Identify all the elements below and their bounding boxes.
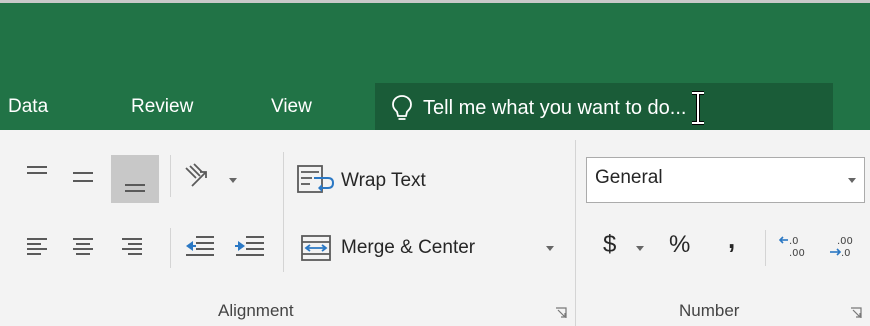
tell-me-search-box[interactable]: Tell me what you want to do... (375, 83, 833, 133)
comma-style-button[interactable]: , (728, 226, 735, 252)
currency-dropdown-icon[interactable] (636, 246, 644, 252)
top-align-icon[interactable] (25, 164, 49, 182)
align-center-icon[interactable] (71, 236, 95, 258)
lightbulb-icon (392, 95, 412, 120)
merge-center-label[interactable]: Merge & Center (341, 235, 475, 261)
ribbon-tab-bar: Data Review View Tell me what you want t… (0, 0, 870, 133)
number-dialog-launcher-icon[interactable] (850, 307, 862, 319)
wrap-text-icon[interactable] (296, 164, 336, 194)
svg-text:.00: .00 (837, 236, 853, 247)
increase-decimal-icon[interactable]: .0 .00 (779, 234, 807, 260)
ribbon-body: Wrap Text Merge & Center Alignment Gener… (0, 130, 870, 326)
tab-review[interactable]: Review (131, 92, 193, 122)
tell-me-placeholder: Tell me what you want to do... (423, 96, 687, 119)
bottom-align-button[interactable] (111, 155, 159, 203)
tab-data[interactable]: Data (8, 92, 48, 122)
alignment-dialog-launcher-icon[interactable] (555, 307, 567, 319)
excel-ribbon: Data Review View Tell me what you want t… (0, 0, 870, 326)
svg-text:.0: .0 (789, 236, 799, 247)
merge-center-icon[interactable] (300, 234, 332, 262)
merge-center-dropdown-icon[interactable] (546, 246, 554, 252)
percent-button[interactable]: % (669, 232, 690, 258)
align-left-icon[interactable] (25, 236, 49, 258)
text-cursor-icon (692, 91, 705, 125)
svg-text:.00: .00 (789, 248, 805, 259)
orientation-dropdown-icon[interactable] (229, 178, 237, 184)
increase-indent-icon[interactable] (234, 234, 266, 258)
currency-button[interactable]: $ (603, 232, 616, 258)
number-format-value: General (595, 167, 663, 188)
align-right-icon[interactable] (120, 236, 144, 258)
middle-align-icon[interactable] (71, 170, 95, 188)
decrease-decimal-icon[interactable]: .00 .0 (829, 234, 859, 260)
alignment-group-label: Alignment (218, 301, 294, 320)
svg-text:.0: .0 (841, 248, 851, 259)
wrap-text-label[interactable]: Wrap Text (341, 168, 426, 194)
number-group-label: Number (679, 301, 740, 320)
chevron-down-icon (848, 178, 856, 183)
bottom-align-icon (125, 184, 145, 192)
number-format-dropdown[interactable]: General (586, 157, 865, 203)
tab-view[interactable]: View (271, 92, 312, 122)
decrease-indent-icon[interactable] (184, 234, 216, 258)
orientation-icon[interactable] (182, 162, 214, 190)
